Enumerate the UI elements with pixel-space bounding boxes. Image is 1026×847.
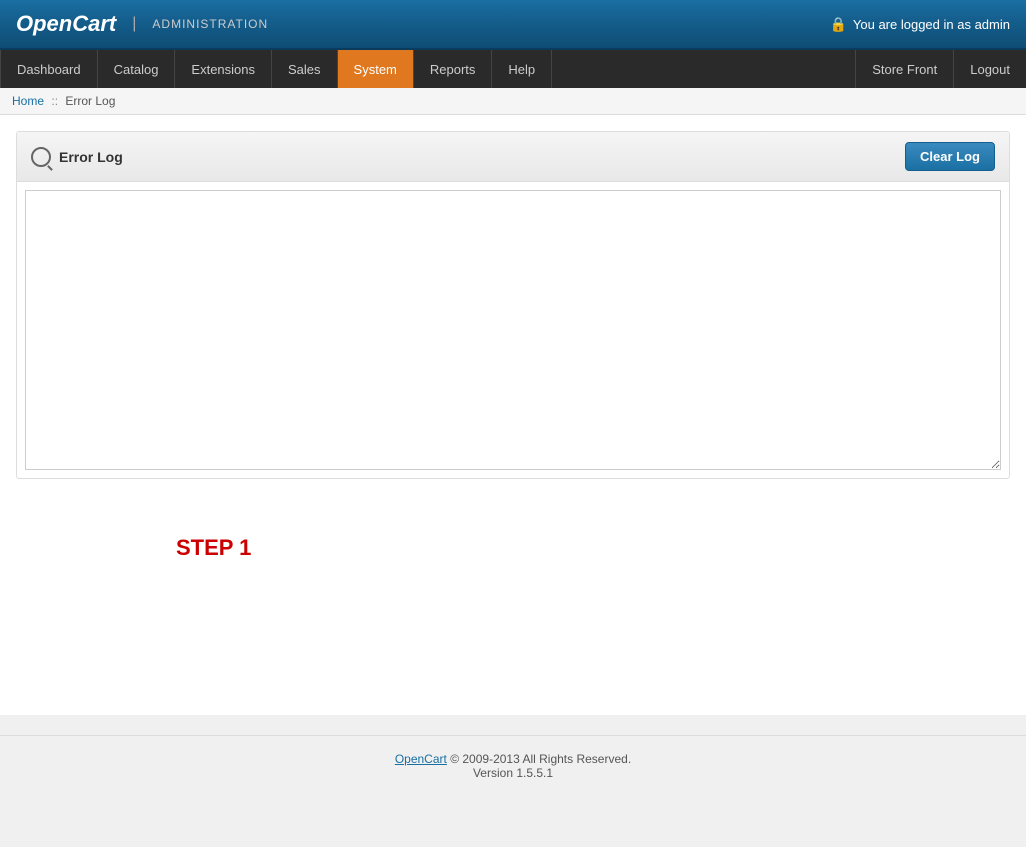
main-content: Error Log Clear Log STEP 1	[0, 115, 1026, 715]
nav-catalog[interactable]: Catalog	[98, 50, 176, 88]
nav-reports[interactable]: Reports	[414, 50, 493, 88]
navigation: Dashboard Catalog Extensions Sales Syste…	[0, 50, 1026, 88]
log-textarea[interactable]	[25, 190, 1001, 470]
nav-right: Store Front Logout	[855, 50, 1026, 88]
header-left: OpenCart | ADMINISTRATION	[16, 11, 268, 37]
header-right: 🔒 You are logged in as admin	[829, 16, 1010, 33]
step-text: STEP 1	[16, 495, 1010, 601]
breadcrumb-home[interactable]: Home	[12, 94, 44, 108]
footer-line1: OpenCart © 2009-2013 All Rights Reserved…	[16, 752, 1010, 766]
footer-copyright: © 2009-2013 All Rights Reserved.	[450, 752, 631, 766]
footer-brand-link[interactable]: OpenCart	[395, 752, 447, 766]
search-icon	[31, 147, 51, 167]
error-log-panel: Error Log Clear Log	[16, 131, 1010, 479]
nav-left: Dashboard Catalog Extensions Sales Syste…	[0, 50, 855, 88]
breadcrumb-separator: ::	[51, 94, 58, 108]
header-separator: |	[132, 15, 136, 33]
logo: OpenCart	[16, 11, 116, 37]
clear-log-button[interactable]: Clear Log	[905, 142, 995, 171]
panel-title-text: Error Log	[59, 149, 123, 165]
nav-sales[interactable]: Sales	[272, 50, 338, 88]
panel-body	[17, 190, 1009, 470]
breadcrumb: Home :: Error Log	[0, 88, 1026, 115]
logged-in-text: You are logged in as admin	[853, 17, 1010, 32]
log-container	[25, 190, 1001, 470]
header: OpenCart | ADMINISTRATION 🔒 You are logg…	[0, 0, 1026, 50]
footer: OpenCart © 2009-2013 All Rights Reserved…	[0, 735, 1026, 796]
nav-extensions[interactable]: Extensions	[175, 50, 272, 88]
nav-logout[interactable]: Logout	[953, 50, 1026, 88]
breadcrumb-current: Error Log	[65, 94, 115, 108]
panel-title: Error Log	[31, 147, 123, 167]
nav-storefront[interactable]: Store Front	[855, 50, 953, 88]
panel-heading: Error Log Clear Log	[17, 132, 1009, 182]
lock-icon: 🔒	[829, 16, 846, 33]
admin-label: ADMINISTRATION	[152, 17, 268, 31]
nav-dashboard[interactable]: Dashboard	[0, 50, 98, 88]
nav-system[interactable]: System	[338, 50, 414, 88]
nav-help[interactable]: Help	[492, 50, 552, 88]
footer-version: Version 1.5.5.1	[16, 766, 1010, 780]
